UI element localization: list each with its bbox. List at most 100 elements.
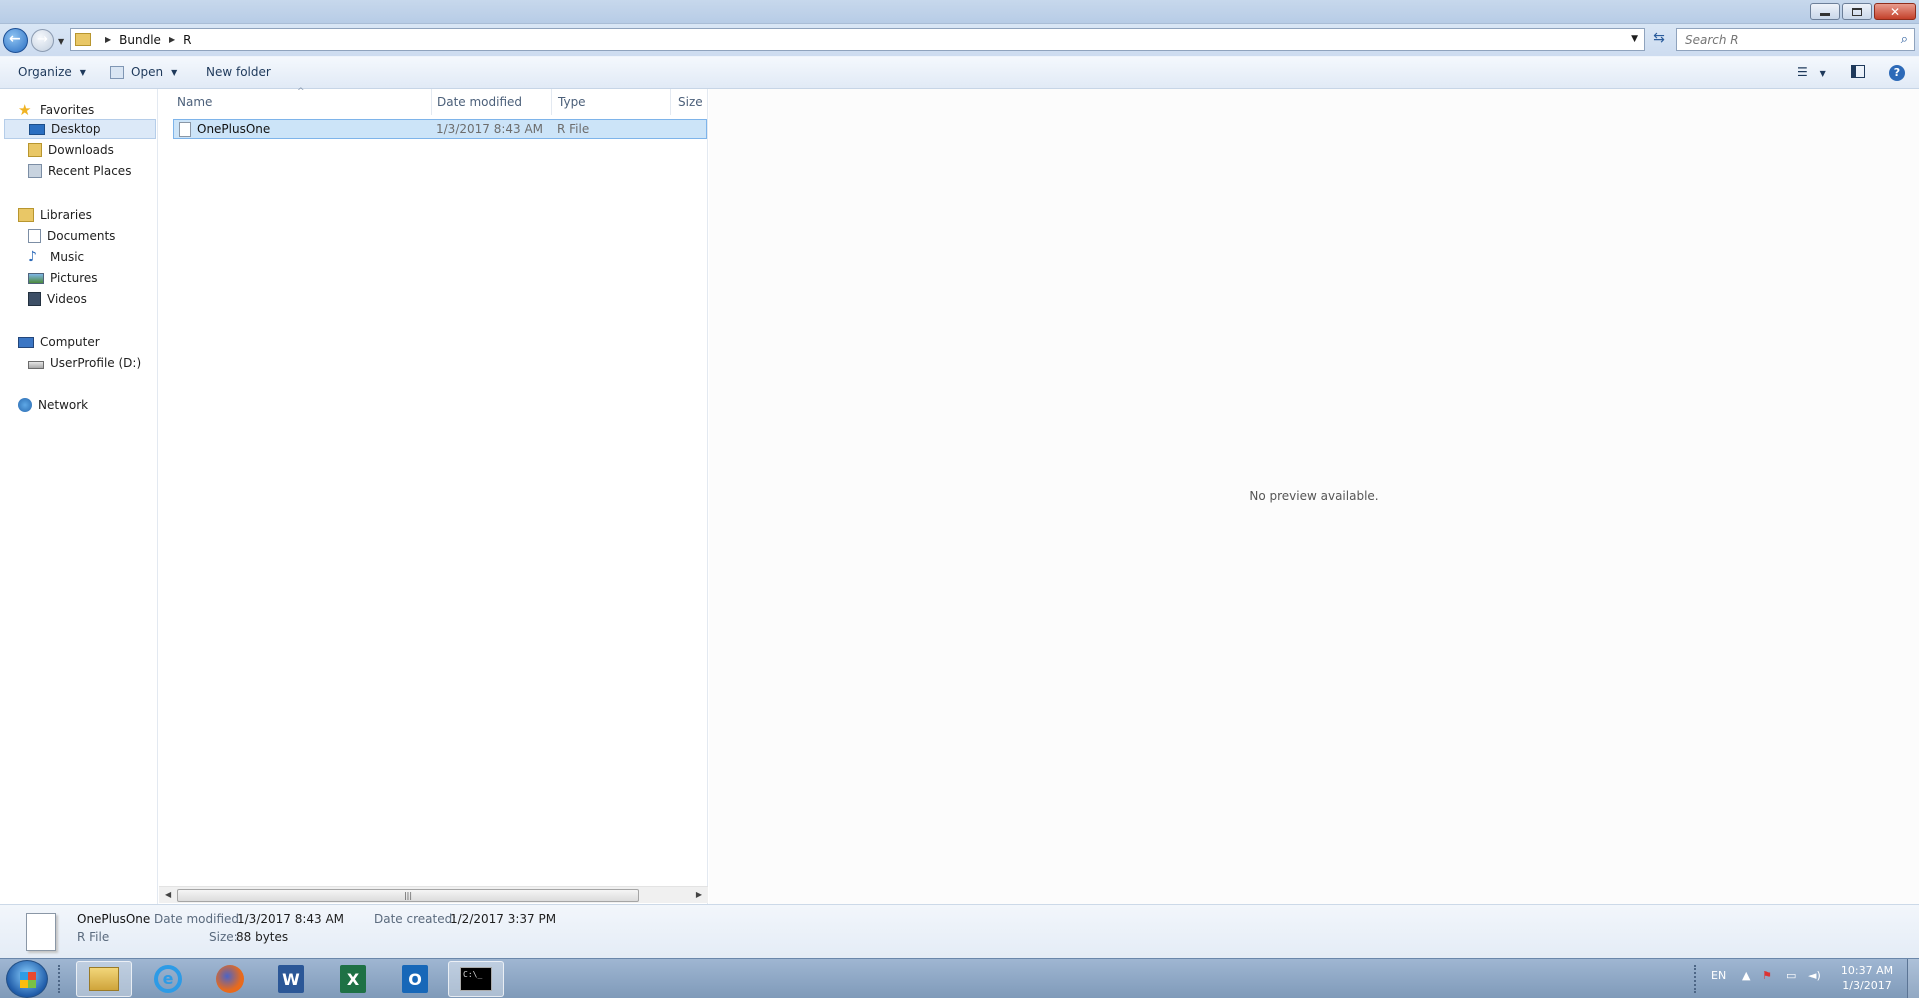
language-indicator[interactable]: EN <box>1711 969 1726 982</box>
preview-pane: No preview available. <box>709 89 1919 904</box>
computer-icon <box>18 336 34 348</box>
open-icon <box>110 65 124 79</box>
outlook-icon: O <box>402 965 428 993</box>
nav-pictures[interactable]: Pictures <box>28 268 98 288</box>
drive-icon <box>28 361 44 369</box>
nav-pictures-label: Pictures <box>50 271 98 285</box>
recent-pages-dropdown-icon[interactable]: ▼ <box>58 37 64 46</box>
nav-videos[interactable]: Videos <box>28 289 87 309</box>
pictures-icon <box>28 272 44 284</box>
windows-explorer-icon <box>89 967 119 991</box>
breadcrumb-r[interactable]: R <box>183 33 191 47</box>
taskbar-internet-explorer[interactable]: e <box>140 961 196 997</box>
organize-button[interactable]: Organize ▼ <box>18 65 86 79</box>
breadcrumb-bundle[interactable]: Bundle <box>119 33 161 47</box>
nav-computer-label: Computer <box>40 335 100 349</box>
column-header-date-modified[interactable]: Date modified <box>432 89 552 115</box>
address-bar[interactable]: ▶ Bundle ▶ R ▼ <box>70 28 1645 51</box>
search-icon[interactable]: ⌕ <box>1901 32 1908 47</box>
r-file-icon <box>179 122 191 137</box>
address-row: ← → ▼ ▶ Bundle ▶ R ▼ ⇆ ⌕ <box>0 24 1919 56</box>
column-header-size[interactable]: Size <box>671 89 708 115</box>
nav-network-label: Network <box>38 398 89 412</box>
action-center-warning-icon[interactable]: ⚑ <box>1762 969 1772 982</box>
nav-userprofile-drive[interactable]: UserProfile (D:) <box>28 353 141 373</box>
excel-icon: X <box>340 965 366 993</box>
taskbar-windows-explorer[interactable] <box>76 961 132 997</box>
nav-documents[interactable]: Documents <box>28 226 115 246</box>
network-tray-icon[interactable]: ▭ <box>1786 969 1796 982</box>
chevron-down-icon: ▼ <box>171 67 178 77</box>
nav-videos-label: Videos <box>47 292 87 306</box>
forward-arrow-icon: → <box>37 32 48 47</box>
file-row-oneplusone[interactable]: OnePlusOne 1/3/2017 8:43 AM R File <box>173 119 707 139</box>
show-hidden-icons-icon[interactable]: ▲ <box>1742 969 1750 982</box>
address-dropdown-icon[interactable]: ▼ <box>1631 34 1638 44</box>
volume-icon[interactable]: ◄) <box>1808 969 1821 982</box>
details-date-modified-label: Date modified: <box>154 912 244 926</box>
start-button[interactable] <box>6 960 48 998</box>
search-box[interactable]: ⌕ <box>1676 28 1915 51</box>
open-button[interactable]: Open ▼ <box>110 65 177 79</box>
column-header-name-label: Name <box>177 95 213 109</box>
close-button[interactable]: ✕ <box>1874 3 1916 20</box>
nav-network[interactable]: Network <box>18 395 88 415</box>
horizontal-scrollbar[interactable]: ◀ ||| ▶ <box>159 886 708 903</box>
internet-explorer-icon: e <box>154 965 182 993</box>
change-view-button[interactable]: ☰ ▼ <box>1797 65 1826 79</box>
taskbar-firefox[interactable] <box>202 961 258 997</box>
details-date-modified-value: 1/3/2017 8:43 AM <box>237 912 345 926</box>
no-preview-message: No preview available. <box>1249 489 1379 503</box>
new-folder-label: New folder <box>206 65 271 79</box>
details-size-label: Size: <box>209 930 238 944</box>
forward-button[interactable]: → <box>31 29 54 52</box>
scroll-right-icon[interactable]: ▶ <box>696 890 702 899</box>
scrollbar-thumb[interactable]: ||| <box>177 889 639 902</box>
recent-places-icon <box>28 164 42 178</box>
taskbar-excel[interactable]: X <box>325 961 381 997</box>
nav-desktop[interactable]: Desktop <box>4 119 156 139</box>
refresh-icon: ⇆ <box>1653 30 1665 46</box>
scroll-left-icon[interactable]: ◀ <box>165 890 171 899</box>
nav-recent-places[interactable]: Recent Places <box>28 161 131 181</box>
taskbar-word[interactable]: W <box>263 961 319 997</box>
breadcrumb-separator-icon[interactable]: ▶ <box>169 35 175 44</box>
column-header-type[interactable]: Type <box>552 89 671 115</box>
back-button[interactable]: ← <box>3 28 28 53</box>
search-input[interactable] <box>1685 32 1885 47</box>
details-file-type: R File <box>77 930 110 944</box>
breadcrumb-separator-icon[interactable]: ▶ <box>105 35 111 44</box>
column-header-type-label: Type <box>558 95 586 109</box>
preview-pane-icon <box>1851 65 1865 78</box>
nav-computer[interactable]: Computer <box>18 332 100 352</box>
nav-downloads[interactable]: Downloads <box>28 140 114 160</box>
nav-favorites[interactable]: ★ Favorites <box>18 100 94 120</box>
new-folder-button[interactable]: New folder <box>206 65 271 79</box>
command-bar: Organize ▼ Open ▼ New folder ☰ ▼ ? <box>0 56 1919 89</box>
folder-icon <box>75 33 91 46</box>
network-icon <box>18 398 32 412</box>
column-header-name[interactable]: Name ^ <box>159 87 432 115</box>
clock[interactable]: 10:37 AM 1/3/2017 <box>1832 963 1902 993</box>
documents-icon <box>28 229 41 243</box>
details-size-value: 88 bytes <box>236 930 289 944</box>
videos-icon <box>28 292 41 306</box>
refresh-button[interactable]: ⇆ <box>1648 30 1670 50</box>
nav-libraries[interactable]: Libraries <box>18 205 92 225</box>
restore-icon <box>1852 7 1862 16</box>
restore-button[interactable] <box>1842 3 1872 20</box>
tray-grip <box>1694 965 1698 993</box>
minimize-button[interactable] <box>1810 3 1840 20</box>
nav-music-label: Music <box>50 250 85 264</box>
title-bar: ✕ <box>0 0 1919 24</box>
taskbar-command-prompt[interactable]: C:\_ <box>448 961 504 997</box>
preview-pane-button[interactable] <box>1851 65 1865 81</box>
nav-music[interactable]: ♪ Music <box>28 247 84 267</box>
view-list-icon: ☰ <box>1797 65 1808 79</box>
show-desktop-button[interactable] <box>1907 959 1919 998</box>
navigation-pane: ★ Favorites Desktop Downloads Recent Pla… <box>0 89 158 904</box>
help-button[interactable]: ? <box>1889 65 1905 81</box>
nav-userprofile-drive-label: UserProfile (D:) <box>50 356 142 370</box>
taskbar-outlook[interactable]: O <box>387 961 443 997</box>
file-type: R File <box>557 122 590 136</box>
